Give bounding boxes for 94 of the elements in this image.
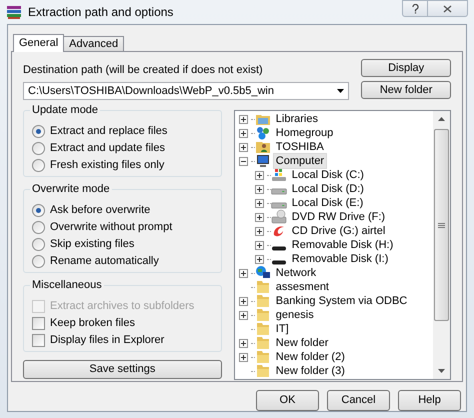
tab[interactable]: General bbox=[13, 34, 64, 52]
help-button[interactable] bbox=[402, 0, 428, 17]
radio-label: Skip existing files bbox=[50, 236, 134, 252]
expand-icon[interactable] bbox=[255, 240, 264, 250]
dialog-button[interactable]: OK bbox=[256, 390, 319, 411]
path-combobox[interactable]: C:\Users\TOSHIBA\Downloads\WebP_v0.5b5_win bbox=[23, 82, 350, 100]
folder-icon bbox=[254, 335, 271, 351]
tree-item[interactable]: Removable Disk (I:) bbox=[288, 251, 392, 267]
tree-item[interactable]: Local Disk (D:) bbox=[288, 181, 367, 197]
side-button[interactable]: Display bbox=[361, 59, 451, 77]
radio-button[interactable] bbox=[32, 124, 45, 138]
tree-item[interactable]: Local Disk (C:) bbox=[288, 167, 367, 183]
tree-item[interactable]: genesis bbox=[272, 307, 317, 323]
folder-icon bbox=[254, 349, 271, 365]
grip-icon bbox=[438, 222, 445, 228]
folder-icon bbox=[254, 321, 271, 337]
removable-drive-icon bbox=[270, 260, 287, 264]
dialog-button[interactable]: Cancel bbox=[327, 390, 390, 411]
dropdown-arrow-icon bbox=[337, 89, 344, 93]
folder-icon bbox=[254, 307, 271, 323]
tree-item[interactable]: New folder (3) bbox=[272, 363, 348, 379]
scrollbar-thumb[interactable] bbox=[434, 129, 449, 321]
collapse-icon[interactable] bbox=[239, 156, 248, 166]
expand-icon[interactable] bbox=[239, 128, 248, 138]
close-icon bbox=[443, 4, 452, 12]
destination-label: Destination path (will be created if does not exist) bbox=[23, 63, 264, 77]
folder-icon bbox=[254, 279, 271, 295]
expand-icon[interactable] bbox=[255, 226, 264, 236]
group-title: Update mode bbox=[30, 103, 100, 117]
checkbox-label: Display files in Explorer bbox=[50, 332, 164, 348]
save-settings-button[interactable]: Save settings bbox=[23, 360, 222, 379]
people-icon bbox=[254, 125, 271, 141]
checkbox[interactable] bbox=[32, 316, 45, 330]
checkbox-label: Extract archives to subfolders bbox=[50, 298, 194, 314]
window-title: Extraction path and options bbox=[28, 4, 174, 21]
expand-icon[interactable] bbox=[239, 114, 248, 124]
books-icon bbox=[6, 4, 22, 20]
tree-item[interactable]: Removable Disk (H:) bbox=[288, 237, 396, 253]
tree-item[interactable]: assesment bbox=[272, 279, 332, 295]
radio-button[interactable] bbox=[32, 238, 45, 250]
radio-label: Rename automatically bbox=[50, 254, 159, 269]
close-button[interactable] bbox=[428, 0, 468, 17]
expand-icon[interactable] bbox=[255, 184, 264, 194]
tree-item[interactable]: Libraries bbox=[272, 111, 321, 127]
tree-item[interactable]: CD Drive (G:) airtel bbox=[288, 223, 388, 239]
radio-button[interactable] bbox=[32, 158, 45, 172]
drive-icon bbox=[270, 188, 287, 195]
folder-icon bbox=[254, 293, 271, 309]
expand-icon[interactable] bbox=[255, 212, 264, 222]
tree-item[interactable]: New folder bbox=[272, 335, 332, 351]
tree-item[interactable]: IT] bbox=[272, 321, 292, 337]
tree-item[interactable]: New folder (2) bbox=[272, 349, 348, 365]
removable-drive-icon bbox=[270, 246, 287, 250]
tree-item[interactable]: Computer bbox=[272, 153, 328, 169]
expand-icon[interactable] bbox=[239, 352, 248, 362]
question-icon bbox=[412, 4, 418, 14]
tree-item[interactable]: DVD RW Drive (F:) bbox=[288, 209, 388, 225]
network-globe-icon bbox=[254, 265, 271, 281]
radio-label: Ask before overwrite bbox=[50, 202, 150, 218]
tree-item[interactable]: Homegroup bbox=[272, 125, 336, 141]
expand-icon[interactable] bbox=[239, 338, 248, 348]
tree-item[interactable]: Local Disk (E:) bbox=[288, 195, 366, 211]
expand-icon[interactable] bbox=[239, 268, 248, 278]
expand-icon[interactable] bbox=[239, 296, 248, 306]
checkbox-label: Keep broken files bbox=[50, 316, 135, 331]
scrollbar[interactable] bbox=[433, 111, 450, 379]
side-button[interactable]: New folder bbox=[361, 81, 451, 99]
scroll-up-icon[interactable] bbox=[438, 117, 445, 121]
tree-item[interactable]: Network bbox=[272, 265, 320, 281]
radio-button[interactable] bbox=[32, 220, 45, 234]
folder-icon bbox=[254, 363, 271, 379]
dialog-button[interactable]: Help bbox=[398, 390, 461, 411]
radio-button[interactable] bbox=[32, 142, 45, 154]
scroll-down-icon[interactable] bbox=[438, 369, 445, 373]
checkbox[interactable] bbox=[32, 334, 45, 346]
tree-item[interactable]: Banking System via ODBC bbox=[272, 293, 410, 309]
radio-button[interactable] bbox=[32, 254, 45, 268]
user-folder-icon bbox=[254, 139, 271, 155]
radio-label: Extract and replace files bbox=[50, 124, 168, 139]
radio-label: Fresh existing files only bbox=[50, 158, 164, 173]
drive-icon bbox=[270, 202, 287, 209]
system-drive-icon bbox=[270, 167, 287, 183]
dvd-drive-icon bbox=[270, 209, 287, 225]
expand-icon[interactable] bbox=[255, 198, 264, 208]
tree-item[interactable]: TOSHIBA bbox=[272, 139, 327, 155]
computer-icon bbox=[254, 153, 271, 169]
tab[interactable]: Advanced bbox=[63, 36, 124, 51]
expand-icon[interactable] bbox=[255, 254, 264, 264]
expand-icon[interactable] bbox=[239, 310, 248, 320]
radio-label: Extract and update files bbox=[50, 140, 165, 156]
expand-icon[interactable] bbox=[255, 170, 264, 180]
radio-button[interactable] bbox=[32, 204, 45, 216]
radio-label: Overwrite without prompt bbox=[50, 220, 172, 235]
expand-icon[interactable] bbox=[239, 142, 248, 152]
